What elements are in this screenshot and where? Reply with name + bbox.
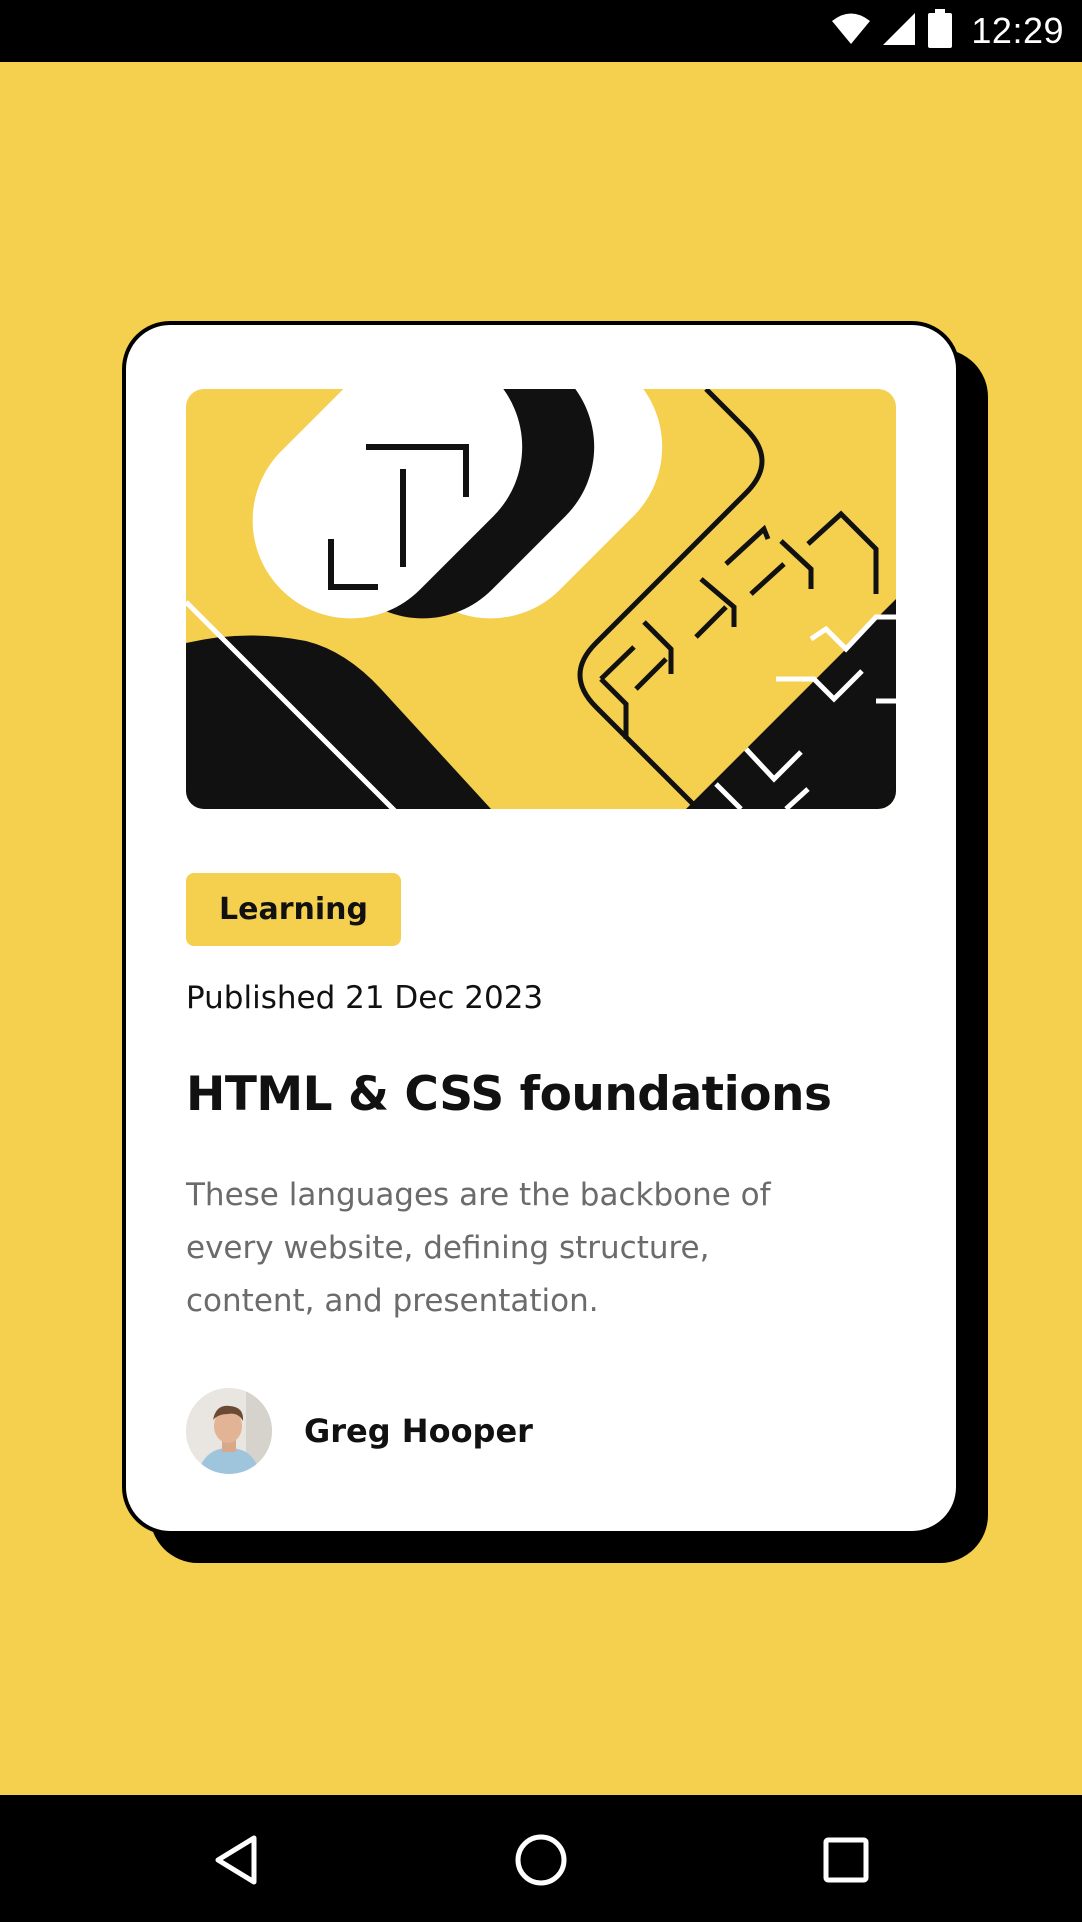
published-date: Published 21 Dec 2023 [186, 980, 544, 1016]
card-title[interactable]: HTML & CSS foundations [186, 1067, 832, 1122]
card-illustration [186, 389, 896, 809]
author-name: Greg Hooper [304, 1412, 533, 1450]
navigation-bar [0, 1795, 1082, 1922]
recents-icon[interactable] [811, 1825, 881, 1895]
illustration-artwork [186, 389, 896, 809]
home-icon[interactable] [506, 1825, 576, 1895]
cell-signal-icon [881, 11, 917, 51]
status-bar: 12:29 [0, 0, 1082, 62]
category-tag[interactable]: Learning [186, 873, 401, 946]
back-icon[interactable] [201, 1825, 271, 1895]
card-description: These languages are the backbone of ever… [186, 1177, 771, 1319]
battery-icon [927, 9, 953, 53]
status-icons: 12:29 [831, 0, 1064, 62]
status-time: 12:29 [971, 10, 1064, 51]
wifi-icon [831, 12, 871, 50]
avatar [186, 1388, 272, 1474]
author-row: Greg Hooper [186, 1388, 533, 1474]
